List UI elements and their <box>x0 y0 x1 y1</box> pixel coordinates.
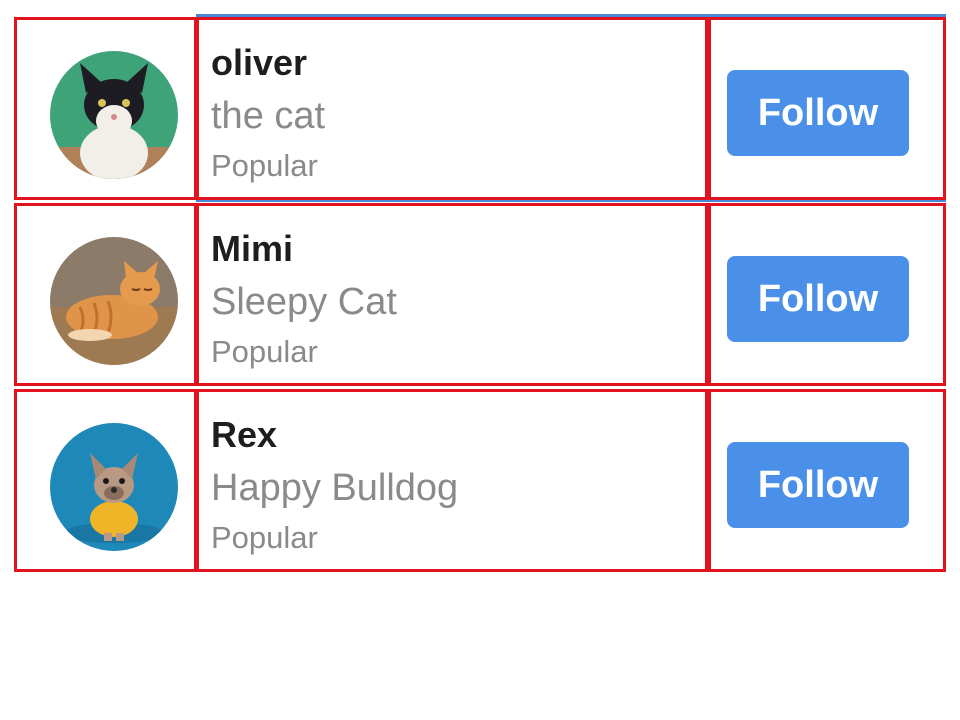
avatar-cell <box>14 17 197 200</box>
list-item: Mimi Sleepy Cat Popular Follow <box>14 200 946 386</box>
action-cell: Follow <box>708 389 946 572</box>
follow-button[interactable]: Follow <box>727 442 909 528</box>
avatar[interactable] <box>50 423 178 551</box>
avatar-cell <box>14 203 197 386</box>
avatar[interactable] <box>50 51 178 179</box>
orange-cat-photo <box>50 237 178 365</box>
user-tag: Popular <box>211 334 318 369</box>
follow-button[interactable]: Follow <box>727 256 909 342</box>
user-info-cell: Rex Happy Bulldog Popular <box>196 389 708 572</box>
user-tag: Popular <box>211 148 318 183</box>
user-subtitle: the cat <box>211 95 326 137</box>
user-subtitle: Happy Bulldog <box>211 467 459 509</box>
avatar[interactable] <box>50 237 178 365</box>
avatar-cell <box>14 389 197 572</box>
user-subtitle: Sleepy Cat <box>211 281 397 323</box>
user-list: oliver the cat Popular Follow Mimi Sleep… <box>14 14 946 572</box>
list-item: oliver the cat Popular Follow <box>14 14 946 202</box>
user-info-cell: Mimi Sleepy Cat Popular <box>196 203 708 386</box>
action-cell: Follow <box>708 203 946 386</box>
user-name: Rex <box>211 414 278 455</box>
action-cell: Follow <box>708 17 946 200</box>
user-name: Mimi <box>211 228 294 269</box>
tuxedo-cat-photo <box>50 51 178 179</box>
user-info-cell: oliver the cat Popular <box>196 17 708 200</box>
user-tag: Popular <box>211 520 318 555</box>
user-name: oliver <box>211 42 308 83</box>
list-item: Rex Happy Bulldog Popular Follow <box>14 386 946 572</box>
follow-button[interactable]: Follow <box>727 70 909 156</box>
bulldog-photo <box>50 423 178 551</box>
